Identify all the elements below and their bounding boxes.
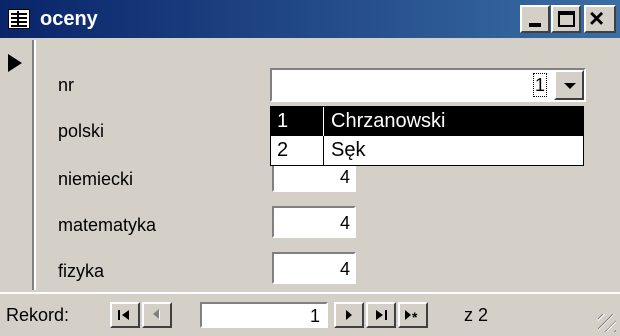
form-window: oceny × nr polski niemiecki matematyka f… [0, 0, 620, 336]
label-matematyka: matematyka [58, 215, 157, 235]
nr-value: 1 [532, 73, 548, 97]
maximize-button[interactable] [551, 5, 581, 33]
record-selector[interactable] [0, 40, 36, 290]
label-polski: polski [58, 121, 105, 141]
last-record-icon [376, 310, 387, 320]
current-record-input[interactable]: 1 [200, 302, 328, 328]
resize-grip-icon[interactable] [598, 314, 616, 332]
dropdown-option[interactable]: 2 Sęk [271, 136, 583, 165]
chevron-down-icon [564, 83, 576, 89]
new-record-button[interactable]: * [398, 302, 428, 328]
last-record-button[interactable] [366, 302, 396, 328]
form-icon[interactable] [8, 9, 30, 29]
label-nr: nr [58, 75, 75, 95]
maximize-icon [558, 11, 575, 27]
nr-dropdown-list: 1 Chrzanowski 2 Sęk [270, 106, 584, 166]
previous-record-icon [153, 309, 160, 320]
first-record-button[interactable] [110, 302, 140, 328]
fizyka-field[interactable]: 4 [272, 252, 356, 284]
title-bar[interactable]: oceny × [0, 0, 620, 38]
svg-text:*: * [412, 309, 418, 324]
record-total: z 2 [464, 305, 489, 325]
nr-combobox[interactable]: 1 [270, 68, 586, 102]
first-record-icon [118, 310, 129, 320]
record-pointer-icon [8, 54, 22, 72]
new-record-icon: * [405, 309, 418, 324]
combo-dropdown-button[interactable] [554, 70, 584, 100]
next-record-button[interactable] [334, 302, 364, 328]
record-label: Rekord: [6, 305, 70, 325]
column-divider [323, 136, 324, 165]
close-icon: × [589, 3, 605, 33]
dropdown-option[interactable]: 1 Chrzanowski [271, 107, 583, 136]
label-fizyka: fizyka [58, 261, 105, 281]
matematyka-field[interactable]: 4 [272, 206, 356, 238]
minimize-button[interactable] [520, 5, 550, 33]
next-record-icon [346, 310, 352, 320]
column-divider [323, 107, 324, 136]
minimize-icon [529, 23, 541, 27]
window-title: oceny [40, 8, 98, 30]
close-button[interactable]: × [584, 3, 616, 33]
previous-record-button[interactable] [142, 302, 172, 328]
label-niemiecki: niemiecki [58, 169, 134, 189]
form-body: nr polski niemiecki matematyka fizyka 4 … [38, 40, 620, 290]
record-navigation-bar: Rekord: 1 * z 2 [0, 292, 620, 336]
